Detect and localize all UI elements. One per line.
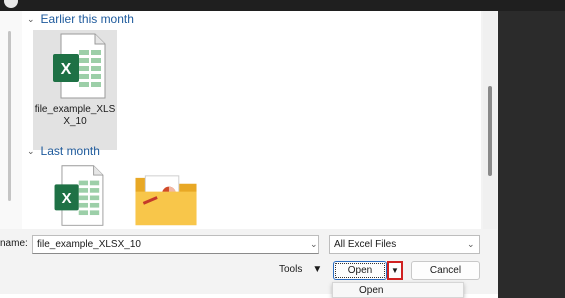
file-name: file_example_XLSX_10: [34, 104, 116, 127]
filename-label: name:: [0, 238, 28, 249]
title-bar: [0, 0, 565, 11]
nav-scrollbar[interactable]: [8, 31, 11, 201]
navigation-pane: [0, 11, 22, 229]
excel-file-icon: X: [53, 33, 106, 99]
scrollbar-thumb[interactable]: [488, 86, 492, 176]
svg-text:X: X: [62, 191, 72, 207]
chevron-down-icon: ⌄: [27, 13, 35, 24]
caret-down-icon: ▼: [312, 264, 323, 275]
background-window: [498, 11, 565, 298]
group-header-earlier[interactable]: ⌄ Earlier this month: [27, 12, 134, 26]
menu-item-open[interactable]: Open: [359, 285, 383, 296]
file-item[interactable]: X: [33, 162, 117, 229]
caret-down-icon: ▼: [391, 266, 399, 275]
avatar: [4, 0, 18, 8]
open-dropdown-button[interactable]: ▼: [387, 261, 403, 280]
cancel-button[interactable]: Cancel: [411, 261, 480, 280]
folder-icon: [135, 175, 197, 226]
open-button[interactable]: Open: [333, 261, 387, 280]
group-label: Last month: [40, 144, 100, 158]
chevron-down-icon: ⌄: [27, 145, 35, 156]
chevron-down-icon[interactable]: ⌄: [467, 239, 475, 250]
tools-menu[interactable]: Tools ▼: [279, 264, 322, 275]
svg-text:X: X: [61, 61, 72, 78]
chevron-down-icon[interactable]: ⌄: [310, 239, 318, 250]
open-options-menu: Open: [332, 282, 464, 298]
group-header-last-month[interactable]: ⌄ Last month: [27, 144, 100, 158]
folder-item[interactable]: [124, 166, 208, 229]
tools-label: Tools: [279, 264, 303, 275]
filename-input[interactable]: file_example_XLSX_10: [32, 235, 319, 254]
file-type-filter[interactable]: All Excel Files: [329, 235, 480, 254]
excel-file-icon: X: [54, 165, 104, 226]
file-item[interactable]: X file_example_XLSX_10: [33, 30, 117, 150]
file-list-scrollbar[interactable]: [483, 11, 497, 229]
group-label: Earlier this month: [40, 12, 134, 26]
